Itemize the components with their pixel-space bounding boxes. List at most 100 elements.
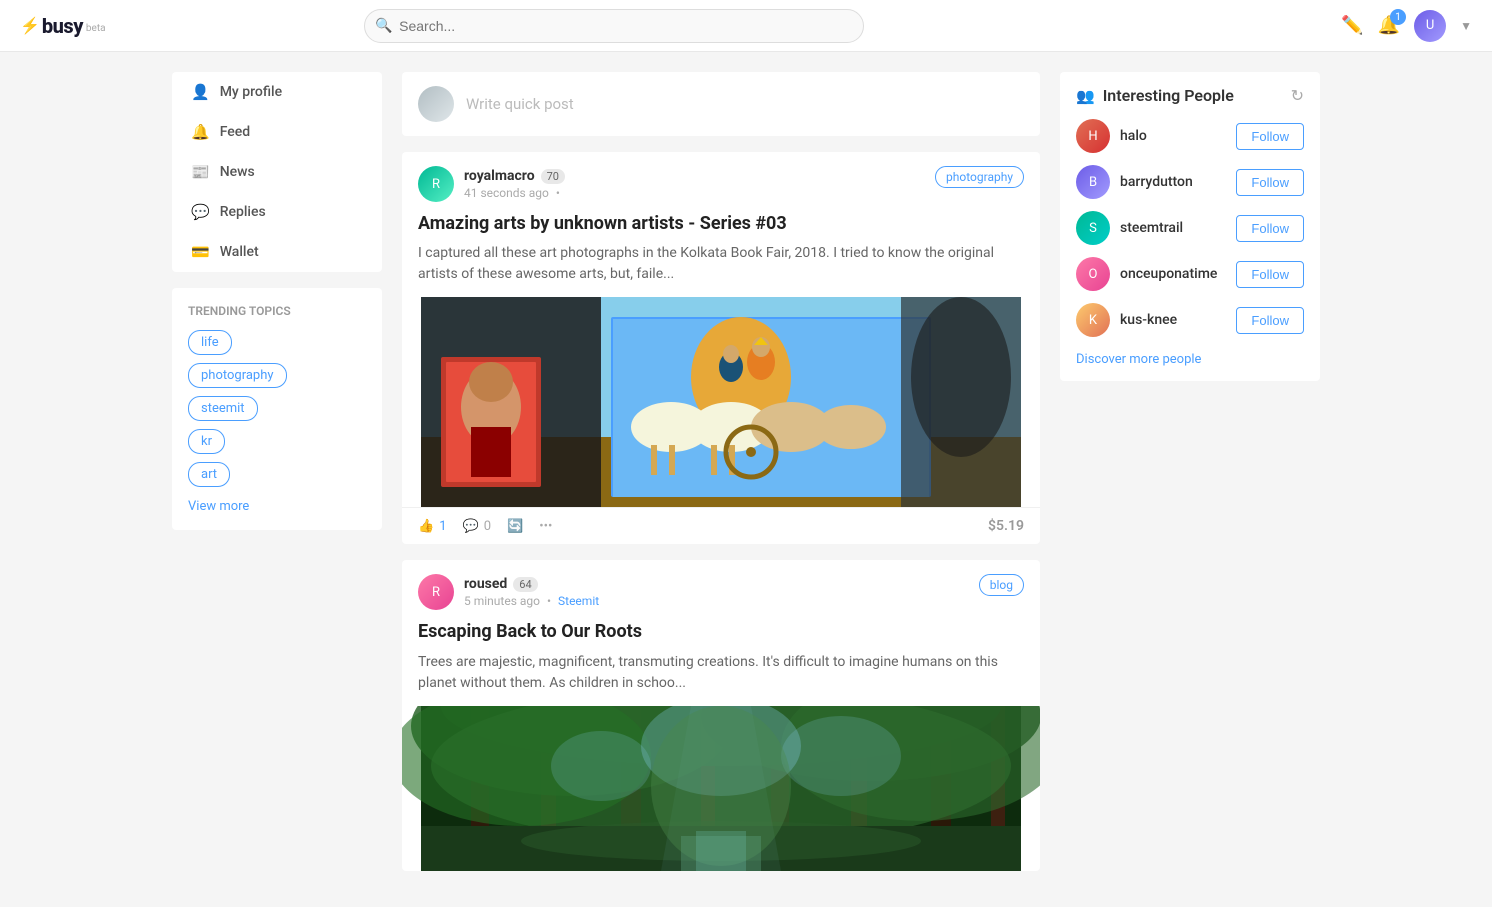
barrydutton-name[interactable]: barrydutton [1120,174,1226,190]
notification-badge: 1 [1390,9,1406,25]
post-card-2: R roused 64 5 minutes ago • Steemit blo [402,560,1040,870]
wallet-icon: 💳 [191,243,210,261]
right-sidebar: 👥 Interesting People ↻ H halo Follow B b… [1060,72,1320,887]
post-2-meta: roused 64 5 minutes ago • Steemit [464,576,599,608]
discover-more-link[interactable]: Discover more people [1076,352,1201,367]
onceuponatime-avatar[interactable]: O [1076,257,1110,291]
post-2-source[interactable]: Steemit [558,594,599,608]
quick-post-avatar [418,86,454,122]
post-2-time: 5 minutes ago • Steemit [464,594,599,608]
kus-knee-avatar[interactable]: K [1076,303,1110,337]
layout: 👤 My profile 🔔 Feed 📰 News 💬 Replies 💳 W… [156,52,1336,907]
trending-section: Trending topics life photography steemit… [172,288,382,530]
post-1-avatar[interactable]: R [418,166,454,202]
notification-icon[interactable]: 🔔 1 [1378,15,1400,36]
post-1-title[interactable]: Amazing arts by unknown artists - Series… [402,212,1040,243]
thumbs-up-icon: 👍 [418,519,434,534]
post-1-image[interactable] [402,297,1040,507]
sidebar-item-feed[interactable]: 🔔 Feed [172,112,382,152]
steemtrail-avatar[interactable]: S [1076,211,1110,245]
post-1-meta: royalmacro 70 41 seconds ago • [464,168,565,200]
tag-photography[interactable]: photography [188,363,287,388]
sidebar-item-label: Feed [220,124,250,140]
sidebar-item-replies[interactable]: 💬 Replies [172,192,382,232]
view-more-link[interactable]: View more [188,499,249,514]
post-2-image[interactable] [402,706,1040,871]
quick-post-input[interactable]: Write quick post [466,95,1024,113]
person-row-kus-knee: K kus-knee Follow [1076,303,1304,337]
post-2-author-row: roused 64 [464,576,599,592]
user-dropdown-icon[interactable]: ▼ [1460,19,1472,33]
steemtrail-name[interactable]: steemtrail [1120,220,1226,236]
feed-icon: 🔔 [191,123,210,141]
post-2-avatar[interactable]: R [418,574,454,610]
profile-icon: 👤 [191,83,210,101]
post-1-author-row: royalmacro 70 [464,168,565,184]
person-row-steemtrail: S steemtrail Follow [1076,211,1304,245]
sidebar-item-news[interactable]: 📰 News [172,152,382,192]
tag-list: life photography steemit kr art [188,330,366,487]
post-2-forest-svg [402,706,1040,871]
user-avatar[interactable]: U [1414,10,1446,42]
follow-barrydutton-button[interactable]: Follow [1236,169,1304,196]
tag-art[interactable]: art [188,462,230,487]
sidebar-item-wallet[interactable]: 💳 Wallet [172,232,382,272]
follow-steemtrail-button[interactable]: Follow [1236,215,1304,242]
post-1-time: 41 seconds ago • [464,186,565,200]
halo-avatar[interactable]: H [1076,119,1110,153]
share-icon: 🔄 [507,519,523,534]
more-button[interactable]: ••• [539,519,552,534]
logo[interactable]: ⚡ busy beta [20,14,106,38]
ip-header: 👥 Interesting People ↻ [1076,86,1304,105]
logo-text: busy [42,14,83,38]
post-1-author-name[interactable]: royalmacro [464,168,535,184]
header-actions: ✏️ 🔔 1 U ▼ [1341,10,1472,42]
like-button[interactable]: 👍 1 [418,519,447,534]
tag-steemit[interactable]: steemit [188,396,258,421]
search-input[interactable] [364,9,864,43]
tag-life[interactable]: life [188,330,232,355]
ip-title: 👥 Interesting People [1076,86,1234,105]
follow-halo-button[interactable]: Follow [1236,123,1304,150]
edit-icon[interactable]: ✏️ [1341,15,1363,36]
quick-post-card: Write quick post [402,72,1040,136]
post-2-tag-badge[interactable]: blog [979,574,1024,596]
refresh-icon[interactable]: ↻ [1291,86,1304,105]
barrydutton-avatar[interactable]: B [1076,165,1110,199]
logo-lightning-icon: ⚡ [20,16,40,35]
halo-name[interactable]: halo [1120,128,1226,144]
ellipsis-icon: ••• [539,519,552,534]
post-1-tag-badge[interactable]: photography [935,166,1024,188]
person-row-halo: H halo Follow [1076,119,1304,153]
comment-icon: 💬 [463,519,479,534]
post-card-1: R royalmacro 70 41 seconds ago • photogr… [402,152,1040,544]
sidebar-item-label: News [220,164,255,180]
sidebar-item-label: Replies [220,204,266,220]
follow-kus-knee-button[interactable]: Follow [1236,307,1304,334]
header: ⚡ busy beta 🔍 ✏️ 🔔 1 U ▼ [0,0,1492,52]
main-feed: Write quick post R royalmacro 70 41 seco… [402,72,1040,887]
sidebar-item-my-profile[interactable]: 👤 My profile [172,72,382,112]
logo-beta-label: beta [86,23,106,34]
sidebar-item-label: My profile [220,84,282,100]
post-1-header: R royalmacro 70 41 seconds ago • photogr… [402,152,1040,212]
post-1-rep: 70 [541,169,565,184]
post-2-author-info: R roused 64 5 minutes ago • Steemit [418,574,599,610]
post-2-author-name[interactable]: roused [464,576,507,592]
left-sidebar: 👤 My profile 🔔 Feed 📰 News 💬 Replies 💳 W… [172,72,382,887]
post-1-actions: 👍 1 💬 0 🔄 ••• $5.19 [402,507,1040,544]
post-2-title[interactable]: Escaping Back to Our Roots [402,620,1040,651]
post-2-header: R roused 64 5 minutes ago • Steemit blo [402,560,1040,620]
follow-onceuponatime-button[interactable]: Follow [1236,261,1304,288]
post-1-excerpt: I captured all these art photographs in … [402,243,1040,297]
tag-kr[interactable]: kr [188,429,225,454]
post-1-author-info: R royalmacro 70 41 seconds ago • [418,166,565,202]
sidebar-nav: 👤 My profile 🔔 Feed 📰 News 💬 Replies 💳 W… [172,72,382,272]
post-2-rep: 64 [513,577,537,592]
share-button[interactable]: 🔄 [507,519,523,534]
onceuponatime-name[interactable]: onceuponatime [1120,266,1226,282]
kus-knee-name[interactable]: kus-knee [1120,312,1226,328]
trending-title: Trending topics [188,304,366,318]
comment-button[interactable]: 💬 0 [463,519,492,534]
replies-icon: 💬 [191,203,210,221]
